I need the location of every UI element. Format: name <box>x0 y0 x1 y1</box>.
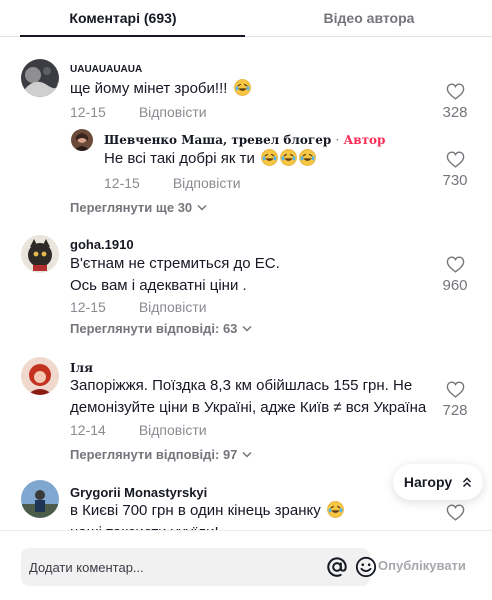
comment-text: ще йому мінет зроби!!! <box>70 78 400 100</box>
heart-outline-icon <box>446 151 464 168</box>
laughing-tears-emoji <box>327 501 344 518</box>
view-more-label: Переглянути відповіді: 97 <box>70 447 238 462</box>
comments-tabs: Коментарі (693) Відео автора <box>0 0 492 37</box>
at-sign-icon[interactable] <box>326 556 348 578</box>
separator-dot: · <box>335 133 340 147</box>
reply-button[interactable]: Відповісти <box>139 299 207 315</box>
view-more-replies-button[interactable]: Переглянути відповіді: 63 <box>70 321 252 336</box>
view-more-replies-button[interactable]: Переглянути відповіді: 97 <box>70 447 252 462</box>
like-count: 730 <box>442 172 468 189</box>
reply-author-name[interactable]: Шевченко Маша, тревел блогер <box>104 133 331 147</box>
chevron-down-icon <box>242 451 252 458</box>
like-count: 728 <box>442 402 468 419</box>
reply-text: Не всі такі добрі як ти <box>104 148 404 170</box>
back-to-top-button[interactable]: Нагору <box>393 464 483 500</box>
laughing-tears-emoji <box>261 149 278 166</box>
chevron-down-icon <box>197 204 207 211</box>
comment-text: в Києві 700 грн в один кінець зранку наш… <box>70 500 400 530</box>
laughing-tears-emoji <box>280 149 297 166</box>
author-badge: Автор <box>343 133 386 147</box>
avatar[interactable] <box>71 129 93 151</box>
comment-date: 12-14 <box>70 422 106 438</box>
like-button[interactable] <box>435 504 475 521</box>
comment-date: 12-15 <box>70 299 106 315</box>
reply-button[interactable]: Відповісти <box>139 422 207 438</box>
comment-username[interactable]: UAUAUAUAUA <box>70 64 142 75</box>
comment-text-content: ще йому мінет зроби!!! <box>70 80 228 97</box>
view-more-label: Переглянути ще 30 <box>70 200 193 215</box>
view-more-label: Переглянути відповіді: 63 <box>70 321 238 336</box>
heart-outline-icon <box>446 83 464 100</box>
like-button[interactable]: 960 <box>435 256 475 294</box>
post-comment-button[interactable]: Опублікувати <box>378 558 466 573</box>
double-chevron-up-icon <box>463 476 472 487</box>
heart-outline-icon <box>446 504 464 521</box>
like-button[interactable]: 728 <box>435 381 475 419</box>
comment-meta: 12-14 Відповісти <box>70 422 207 438</box>
like-button[interactable]: 730 <box>435 151 475 189</box>
laughing-tears-emoji <box>233 79 251 96</box>
comments-list[interactable]: UAUAUAUAUA ще йому мінет зроби!!! 12-15 … <box>0 37 492 530</box>
reply-button[interactable]: Відповісти <box>173 175 241 191</box>
chevron-down-icon <box>242 325 252 332</box>
back-to-top-label: Нагору <box>403 474 453 490</box>
avatar[interactable] <box>21 480 59 518</box>
comment-text-line: в Києві 700 грн в один кінець зранку <box>70 500 400 522</box>
reply-username: Шевченко Маша, тревел блогер · Автор <box>104 133 385 147</box>
avatar[interactable] <box>21 59 59 97</box>
comment-text: В'єтнам не стремиться до ЕС. Ось вам і а… <box>70 253 430 297</box>
comment-username[interactable]: Іля <box>70 361 93 375</box>
comment-username[interactable]: goha.1910 <box>70 237 134 252</box>
reply-meta: 12-15 Відповісти <box>104 175 241 191</box>
avatar[interactable] <box>21 235 59 273</box>
comment-input[interactable] <box>29 548 299 586</box>
comment-text-line: демонізуйте ціни в Україні, адже Київ ≠ … <box>70 399 427 416</box>
heart-outline-icon <box>446 256 464 273</box>
like-button[interactable]: 328 <box>435 83 475 121</box>
laughing-tears-emoji <box>299 149 316 166</box>
comment-meta: 12-15 Відповісти <box>70 299 207 315</box>
comment-text-line: наші таксисти ухуїли! <box>70 522 400 530</box>
comment-username[interactable]: Grygorii Monastyrskyi <box>70 485 207 500</box>
like-count: 960 <box>442 277 468 294</box>
tab-author-videos[interactable]: Відео автора <box>246 0 492 36</box>
view-more-replies-button[interactable]: Переглянути ще 30 <box>70 200 207 215</box>
reply-date: 12-15 <box>104 175 140 191</box>
smiley-icon[interactable] <box>355 556 377 578</box>
comment-text: Запоріжжя. Поїздка 8,3 км обійшлась 155 … <box>70 375 435 419</box>
heart-outline-icon <box>446 381 464 398</box>
like-count: 328 <box>442 104 468 121</box>
comment-text-line: Запоріжжя. Поїздка 8,3 км обійшлась 155 … <box>70 377 413 394</box>
tab-comments[interactable]: Коментарі (693) <box>0 0 246 36</box>
comment-text-line: В'єтнам не стремиться до ЕС. <box>70 255 280 272</box>
comment-date: 12-15 <box>70 104 106 120</box>
avatar[interactable] <box>21 357 59 395</box>
comment-meta: 12-15 Відповісти <box>70 104 207 120</box>
comment-text-content: в Києві 700 грн в один кінець зранку <box>70 502 321 519</box>
reply-button[interactable]: Відповісти <box>139 104 207 120</box>
comment-input-box <box>21 548 377 586</box>
comment-text-line: Ось вам і адекватні ціни . <box>70 277 247 294</box>
reply-text-content: Не всі такі добрі як ти <box>104 150 255 167</box>
comment-composer: Опублікувати <box>0 530 492 600</box>
